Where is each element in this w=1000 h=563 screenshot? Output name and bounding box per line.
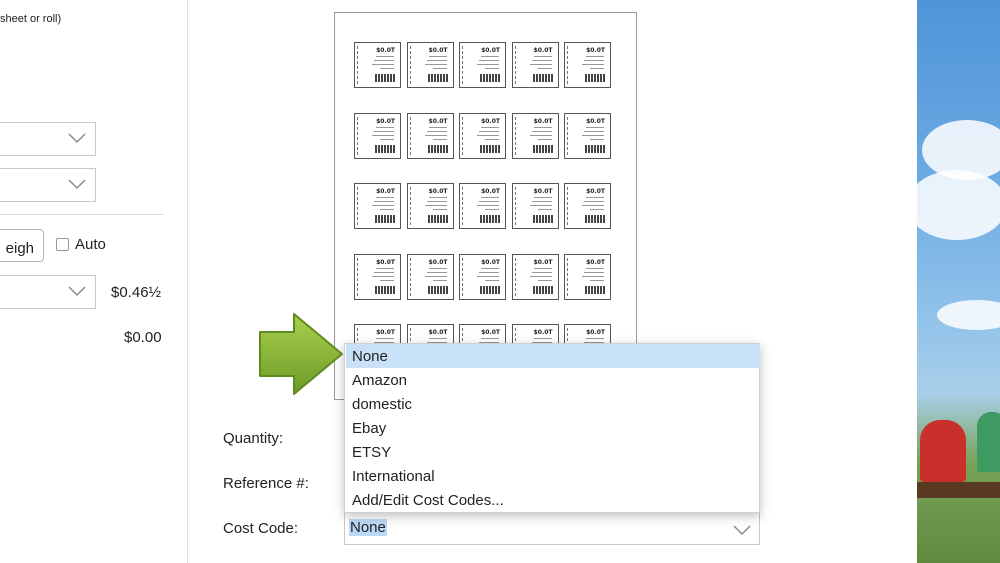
label-price: $0.0T [428,47,448,54]
label-price: $0.0T [376,258,395,266]
divider [0,214,164,215]
postage-label: $0.0T [511,42,559,88]
quantity-label: Quantity: [223,430,284,447]
postage-label: $0.0T [354,253,401,300]
label-price: $0.0T [376,188,395,195]
postage-label: $0.0T [564,253,611,300]
label-price: $0.0T [481,117,500,125]
postage-label: $0.0T [354,112,401,159]
background-photo [917,0,1000,563]
chevron-down-icon [733,525,751,536]
label-price: $0.0T [586,188,605,195]
postage-label: $0.0T [406,253,454,300]
label-price: $0.0T [481,258,500,266]
cost-code-option[interactable]: None [346,344,760,368]
cost-code-option[interactable]: domestic [346,392,760,416]
label-price: $0.0T [586,258,605,266]
label-price: $0.0T [533,329,553,336]
label-price: $0.0T [533,258,553,266]
chevron-down-icon [68,179,86,190]
postage-label: $0.0T [406,183,454,229]
mailbox-post [917,482,1000,498]
label-price: $0.0T [376,329,395,336]
label-price: $0.0T [376,47,395,54]
label-price: $0.0T [586,329,605,336]
postage-label: $0.0T [354,183,401,229]
left-panel: sheet or roll) eigh Auto $0.46½ $0.00 [0,0,188,563]
label-price: $0.0T [533,117,553,125]
cost-code-option[interactable]: ETSY [346,440,760,464]
chevron-down-icon [68,286,86,297]
label-price: $0.0T [481,329,500,336]
postage-label: $0.0T [564,112,611,159]
sheet-preview: $0.0T $0.0T $0.0T $0.0T $0.0T $0.0T $0.0T $0.0T… [334,12,637,400]
label-price: $0.0T [428,188,448,195]
left-dropdown-2[interactable] [0,168,96,202]
postage-label: $0.0T [459,42,506,88]
label-price: $0.0T [428,117,448,125]
auto-checkbox[interactable] [56,238,69,251]
postage-price: $0.46½ [111,284,162,301]
cost-code-option[interactable]: International [346,464,760,488]
label-price: $0.0T [481,47,500,54]
cost-code-value: None [349,519,387,536]
weigh-button[interactable]: eigh [0,229,44,262]
postage-label: $0.0T [459,112,506,159]
label-price: $0.0T [533,47,553,54]
postage-label: $0.0T [406,42,454,88]
paper-type-hint: sheet or roll) [0,13,62,25]
cost-code-select[interactable]: None [344,512,760,545]
label-price: $0.0T [586,117,605,125]
cost-code-label: Cost Code: [223,520,299,537]
left-dropdown-3[interactable] [0,275,96,309]
left-dropdown-1[interactable] [0,122,96,156]
label-price: $0.0T [533,188,553,195]
postage-label: $0.0T [354,42,401,88]
auto-label: Auto [75,236,106,253]
label-price: $0.0T [428,329,448,336]
cost-code-dropdown: None Amazon domestic Ebay ETSY International A… [344,343,760,513]
cost-code-option[interactable]: Add/Edit Cost Codes... [346,488,760,512]
extra-price: $0.00 [124,329,162,346]
postage-label: $0.0T [564,42,611,88]
label-price: $0.0T [481,188,500,195]
green-arrow-icon [259,313,343,395]
postage-label: $0.0T [511,183,559,229]
red-mailbox [920,420,966,482]
postage-label: $0.0T [511,112,559,159]
postage-label: $0.0T [406,112,454,159]
green-mailbox [977,412,1000,472]
cost-code-option[interactable]: Ebay [346,416,760,440]
label-price: $0.0T [376,117,395,125]
chevron-down-icon [68,133,86,144]
postage-label: $0.0T [459,253,506,300]
postage-label: $0.0T [564,183,611,229]
postage-label: $0.0T [459,183,506,229]
label-price: $0.0T [586,47,605,54]
reference-label: Reference #: [223,475,309,492]
label-price: $0.0T [428,258,448,266]
cost-code-option[interactable]: Amazon [346,368,760,392]
postage-label: $0.0T [511,253,559,300]
